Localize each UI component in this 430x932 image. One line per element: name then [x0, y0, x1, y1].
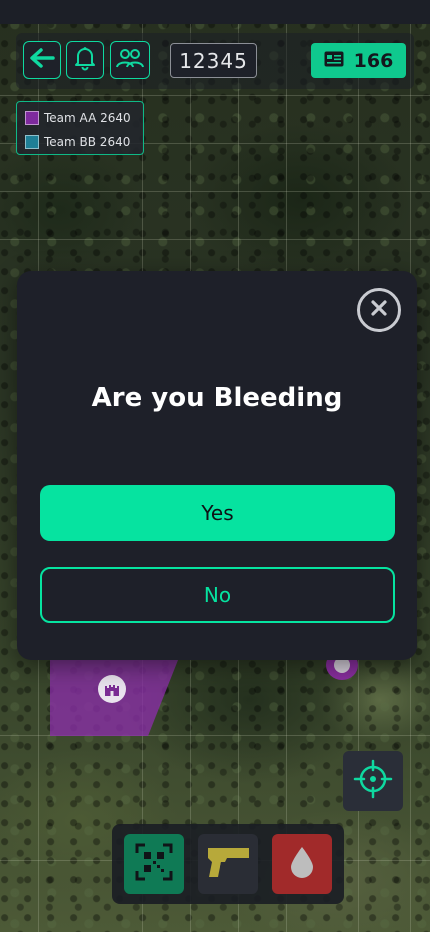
bell-icon — [73, 45, 97, 75]
crosshair-icon — [352, 758, 394, 804]
legend-label: Team BB 2640 — [44, 135, 131, 149]
castle-icon[interactable] — [98, 675, 126, 703]
pistol-icon — [205, 845, 251, 883]
no-button[interactable]: No — [40, 567, 395, 623]
bleeding-dialog: Are you Bleeding Yes No — [17, 271, 417, 660]
team-button[interactable] — [110, 41, 150, 79]
score-badge[interactable]: 166 — [311, 43, 406, 78]
dialog-title: Are you Bleeding — [91, 383, 343, 413]
yes-button[interactable]: Yes — [40, 485, 395, 541]
id-card-icon — [324, 50, 344, 72]
close-circle-icon — [369, 298, 389, 322]
notifications-button[interactable] — [66, 41, 104, 79]
arrow-left-icon — [29, 47, 55, 73]
bleed-button[interactable] — [272, 834, 332, 894]
locate-button[interactable] — [343, 751, 403, 811]
team-legend: Team AA 2640 Team BB 2640 — [16, 101, 144, 155]
player-id: 12345 — [170, 43, 257, 78]
users-icon — [115, 46, 145, 74]
weapon-button[interactable] — [198, 834, 258, 894]
scan-button[interactable] — [124, 834, 184, 894]
legend-swatch — [25, 135, 39, 149]
blood-drop-icon — [289, 845, 315, 883]
legend-item-team-aa: Team AA 2640 — [25, 106, 143, 130]
back-button[interactable] — [23, 41, 61, 79]
legend-label: Team AA 2640 — [44, 111, 131, 125]
legend-swatch — [25, 111, 39, 125]
close-button[interactable] — [357, 288, 401, 332]
qr-scan-icon — [135, 843, 173, 885]
legend-item-team-bb: Team BB 2640 — [25, 130, 143, 154]
score-value: 166 — [353, 49, 394, 72]
